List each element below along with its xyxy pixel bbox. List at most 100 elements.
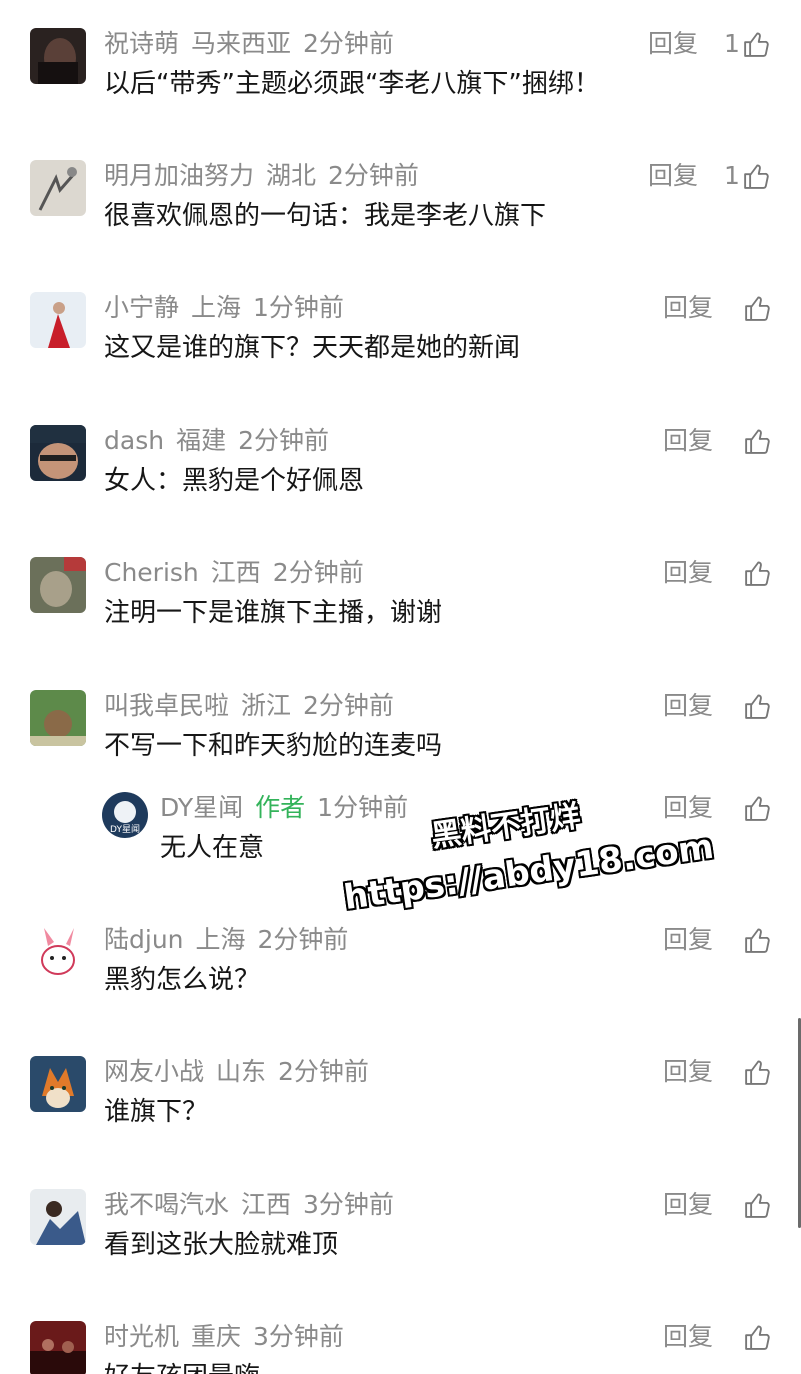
location: 浙江: [241, 691, 292, 720]
comment-text: 这又是谁的旗下？天天都是她的新闻: [104, 333, 521, 363]
username[interactable]: 祝诗萌: [104, 29, 179, 58]
avatar[interactable]: [30, 1189, 86, 1245]
location: 江西: [210, 558, 261, 587]
thumbs-up-icon: [745, 694, 770, 719]
location: 马来西亚: [191, 29, 292, 58]
like-button[interactable]: [741, 686, 773, 726]
comment-text: 很喜欢佩恩的一句话：我是李老八旗下: [104, 201, 547, 231]
timestamp: 1分钟前: [317, 793, 409, 822]
comment-item: 陆djun 上海 2分钟前 黑豹怎么说？ 回复: [0, 920, 801, 1020]
comment-text: 看到这张大脸就难顶: [104, 1230, 339, 1260]
reply-button[interactable]: 回复: [648, 156, 698, 196]
username[interactable]: DY星闻: [160, 793, 243, 822]
comment-item: dash 福建 2分钟前 女人：黑豹是个好佩恩 回复: [0, 421, 801, 521]
username[interactable]: Cherish: [104, 558, 199, 587]
location: 江西: [241, 1190, 292, 1219]
like-button[interactable]: 1: [724, 24, 772, 64]
reply-button[interactable]: 回复: [663, 288, 713, 328]
like-button[interactable]: [741, 1185, 773, 1225]
comment-text: 以后“带秀”主题必须跟“李老八旗下”捆绑！: [104, 69, 600, 99]
comment-item: 小宁静 上海 1分钟前 这又是谁的旗下？天天都是她的新闻 回复: [0, 288, 801, 388]
comment-meta: 网友小战 山东 2分钟前: [104, 1052, 369, 1092]
like-count: 1: [724, 161, 740, 190]
thumbs-up-icon: [745, 429, 770, 454]
timestamp: 2分钟前: [328, 161, 419, 190]
comment-meta: 时光机 重庆 3分钟前: [104, 1317, 344, 1357]
avatar[interactable]: [30, 425, 86, 481]
comment-meta: 小宁静 上海 1分钟前: [104, 288, 344, 328]
reply-button[interactable]: 回复: [663, 553, 713, 593]
avatar[interactable]: [30, 557, 86, 613]
thumbs-up-icon: [744, 32, 769, 57]
username[interactable]: 明月加油努力: [104, 161, 254, 190]
username[interactable]: 网友小战: [104, 1057, 204, 1086]
username[interactable]: dash: [104, 426, 164, 455]
avatar-label: DY星闻: [110, 824, 140, 835]
reply-button[interactable]: 回复: [663, 920, 713, 960]
thumbs-up-icon: [745, 796, 770, 821]
thumbs-up-icon: [745, 1193, 770, 1218]
username[interactable]: 小宁静: [104, 293, 179, 322]
timestamp: 2分钟前: [272, 558, 364, 587]
like-button[interactable]: [741, 1317, 773, 1357]
like-button[interactable]: [741, 920, 773, 960]
comment-list: 祝诗萌 马来西亚 2分钟前 以后“带秀”主题必须跟“李老八旗下”捆绑！ 回复 1 明…: [0, 0, 801, 1374]
timestamp: 3分钟前: [253, 1322, 344, 1351]
username[interactable]: 叫我卓民啦: [104, 691, 229, 720]
like-button[interactable]: [741, 288, 773, 328]
comment-text: 谁旗下？: [104, 1097, 209, 1127]
comment-meta: 明月加油努力 湖北 2分钟前: [104, 156, 419, 196]
username[interactable]: 我不喝汽水: [104, 1190, 229, 1219]
comment-meta: Cherish 江西 2分钟前: [104, 553, 364, 593]
comment-meta: 叫我卓民啦 浙江 2分钟前: [104, 686, 394, 726]
avatar[interactable]: [30, 924, 86, 980]
timestamp: 1分钟前: [253, 293, 344, 322]
timestamp: 2分钟前: [257, 925, 349, 954]
reply-item: DY星闻 DY星闻 作者 1分钟前 无人在意 回复: [0, 788, 801, 888]
comment-meta: dash 福建 2分钟前: [104, 421, 329, 461]
avatar[interactable]: DY星闻: [102, 792, 148, 838]
comment-meta: DY星闻 作者 1分钟前: [160, 788, 408, 828]
like-button[interactable]: [741, 1052, 773, 1092]
avatar[interactable]: [30, 292, 86, 348]
thumbs-up-icon: [745, 1325, 770, 1350]
location: 山东: [216, 1057, 267, 1086]
reply-button[interactable]: 回复: [648, 24, 698, 64]
reply-button[interactable]: 回复: [663, 1052, 713, 1092]
like-count: 1: [724, 29, 740, 58]
comment-item: 网友小战 山东 2分钟前 谁旗下？ 回复: [0, 1052, 801, 1152]
username[interactable]: 陆djun: [104, 925, 184, 954]
reply-button[interactable]: 回复: [663, 1185, 713, 1225]
location: 福建: [176, 426, 227, 455]
thumbs-up-icon: [745, 928, 770, 953]
thumbs-up-icon: [745, 561, 770, 586]
timestamp: 3分钟前: [303, 1190, 394, 1219]
comment-item: 祝诗萌 马来西亚 2分钟前 以后“带秀”主题必须跟“李老八旗下”捆绑！ 回复 1: [0, 24, 801, 124]
avatar[interactable]: [30, 1056, 86, 1112]
comment-text: 不写一下和昨天豹尬的连麦吗: [104, 731, 443, 761]
like-button[interactable]: [741, 421, 773, 461]
comment-text: 女人：黑豹是个好佩恩: [104, 466, 365, 496]
comment-meta: 祝诗萌 马来西亚 2分钟前: [104, 24, 394, 64]
comment-item: 时光机重庆 3分钟前 好友孩团最嗨 回复: [0, 1317, 801, 1374]
avatar[interactable]: [30, 1321, 86, 1374]
username[interactable]: 时光机: [104, 1322, 179, 1351]
comment-text: 好友孩团最嗨: [104, 1357, 260, 1374]
reply-button[interactable]: 回复: [663, 1317, 713, 1357]
like-button[interactable]: 1: [724, 156, 772, 196]
location: 湖北: [266, 161, 317, 190]
location: 重庆: [191, 1322, 242, 1351]
like-button[interactable]: [741, 553, 773, 593]
comment-item: 叫我卓民啦 浙江 2分钟前 不写一下和昨天豹尬的连麦吗 回复: [0, 686, 801, 786]
reply-button[interactable]: 回复: [663, 686, 713, 726]
reply-button[interactable]: 回复: [663, 421, 713, 461]
reply-button[interactable]: 回复: [663, 788, 713, 828]
like-button[interactable]: [741, 788, 773, 828]
location: 上海: [191, 293, 242, 322]
avatar[interactable]: [30, 690, 86, 746]
comment-meta: 陆djun 上海 2分钟前: [104, 920, 348, 960]
avatar[interactable]: [30, 160, 86, 216]
comment-text: 无人在意: [160, 833, 265, 863]
comment-item: 明月加油努力 湖北 2分钟前 很喜欢佩恩的一句话：我是李老八旗下 回复 1: [0, 156, 801, 256]
avatar[interactable]: [30, 28, 86, 84]
